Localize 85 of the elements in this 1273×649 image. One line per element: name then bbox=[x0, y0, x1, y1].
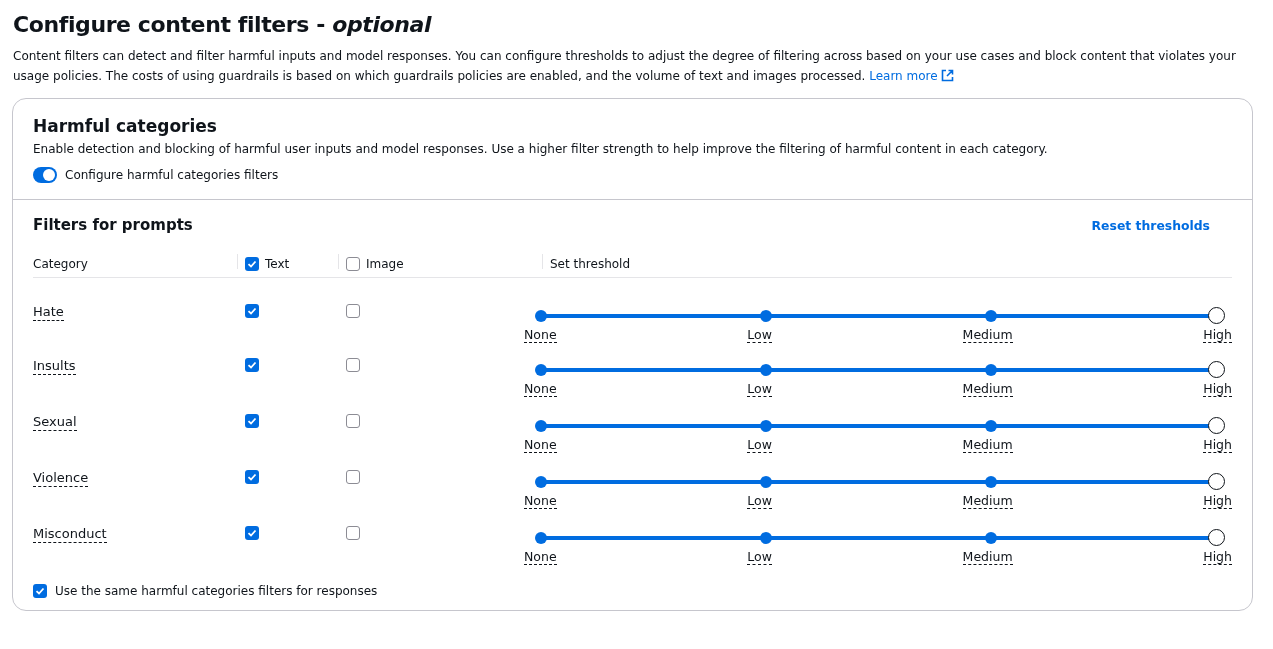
card-title: Harmful categories bbox=[33, 115, 218, 138]
threshold-label: None bbox=[524, 549, 557, 565]
toggle-label: Configure harmful categories filters bbox=[65, 168, 279, 182]
slider-thumb[interactable] bbox=[1207, 473, 1225, 490]
checkbox[interactable] bbox=[346, 470, 360, 484]
reset-thresholds-link[interactable]: Reset thresholds bbox=[1091, 217, 1210, 233]
threshold-label: None bbox=[524, 327, 557, 343]
column-header: Set threshold bbox=[550, 256, 631, 271]
check-icon bbox=[247, 472, 257, 482]
check-icon bbox=[35, 586, 45, 596]
threshold-slider[interactable] bbox=[533, 307, 1224, 324]
slider-tick bbox=[760, 475, 772, 488]
threshold-label: Medium bbox=[962, 493, 1013, 509]
check-icon bbox=[247, 306, 257, 316]
category-name: Insults bbox=[33, 358, 76, 375]
threshold-label: None bbox=[524, 437, 557, 453]
checkbox[interactable] bbox=[346, 358, 360, 372]
threshold-label: Low bbox=[747, 493, 772, 509]
check-icon bbox=[247, 528, 257, 538]
slider-tick bbox=[535, 309, 547, 322]
threshold-slider[interactable] bbox=[533, 417, 1224, 434]
threshold-label: None bbox=[524, 381, 557, 397]
toggle-switch[interactable] bbox=[33, 167, 57, 183]
slider-tick bbox=[985, 419, 997, 432]
external-link-icon bbox=[941, 69, 955, 82]
slider-thumb[interactable] bbox=[1207, 529, 1225, 546]
slider-thumb[interactable] bbox=[1207, 307, 1225, 324]
card-description: Enable detection and blocking of harmful user inputs and model responses. Use a higher filter strength to help improve the filtering of harmful content in each category. bbox=[33, 141, 1049, 158]
column-header: Image bbox=[366, 256, 404, 271]
section-title: Filters for prompts bbox=[33, 216, 193, 234]
slider-tick bbox=[760, 419, 772, 432]
checkbox[interactable] bbox=[245, 304, 259, 318]
threshold-label: Medium bbox=[962, 381, 1013, 397]
threshold-label: High bbox=[1203, 493, 1232, 509]
checkbox-label: Use the same harmful categories filters for responses bbox=[55, 584, 378, 598]
threshold-label: High bbox=[1203, 549, 1232, 565]
threshold-slider[interactable] bbox=[533, 529, 1224, 546]
category-name: Misconduct bbox=[33, 526, 107, 543]
slider-tick bbox=[985, 363, 997, 376]
checkbox[interactable] bbox=[346, 414, 360, 428]
threshold-slider[interactable] bbox=[533, 473, 1224, 490]
column-header: Text bbox=[265, 256, 290, 271]
threshold-label: Low bbox=[747, 381, 772, 397]
checkbox[interactable] bbox=[346, 256, 360, 271]
slider-thumb[interactable] bbox=[1207, 361, 1225, 378]
slider-tick bbox=[985, 475, 997, 488]
threshold-label: Low bbox=[747, 437, 772, 453]
check-icon bbox=[247, 360, 257, 370]
slider-tick bbox=[985, 309, 997, 322]
threshold-label: High bbox=[1203, 381, 1232, 397]
slider-tick bbox=[535, 475, 547, 488]
checkbox[interactable] bbox=[346, 526, 360, 540]
threshold-slider[interactable] bbox=[533, 361, 1224, 378]
threshold-label: Medium bbox=[962, 437, 1013, 453]
checkbox[interactable] bbox=[245, 414, 259, 428]
checkbox[interactable] bbox=[245, 526, 259, 540]
threshold-label: High bbox=[1203, 437, 1232, 453]
category-name: Sexual bbox=[33, 414, 77, 431]
slider-tick bbox=[760, 363, 772, 376]
page-title: Configure content filters - optional bbox=[13, 11, 433, 39]
category-name: Violence bbox=[33, 470, 89, 487]
checkbox[interactable] bbox=[245, 358, 259, 372]
checkbox[interactable] bbox=[33, 584, 47, 598]
slider-tick bbox=[535, 363, 547, 376]
threshold-label: High bbox=[1203, 327, 1232, 343]
column-header: Category bbox=[33, 256, 88, 271]
slider-tick bbox=[760, 531, 772, 544]
threshold-label: Medium bbox=[962, 327, 1013, 343]
check-icon bbox=[247, 416, 257, 426]
checkbox[interactable] bbox=[245, 256, 259, 271]
slider-tick bbox=[535, 531, 547, 544]
checkbox[interactable] bbox=[346, 304, 360, 318]
learn-more-link[interactable]: Learn more bbox=[869, 69, 955, 83]
threshold-label: None bbox=[524, 493, 557, 509]
threshold-label: Low bbox=[747, 549, 772, 565]
threshold-label: Low bbox=[747, 327, 772, 343]
checkbox[interactable] bbox=[245, 470, 259, 484]
slider-thumb[interactable] bbox=[1207, 417, 1225, 434]
description: Content filters can detect and filter harmful inputs and model responses. You can configure thresholds to adjust the degree of filtering across based on your use cases and block content that violates your usage policies. The costs of using guardrails is based on which guardrails policies are enabled, and the volume of text and images processed. Learn more bbox=[13, 48, 1237, 85]
slider-tick bbox=[535, 419, 547, 432]
slider-tick bbox=[760, 309, 772, 322]
category-name: Hate bbox=[33, 304, 64, 321]
threshold-label: Medium bbox=[962, 549, 1013, 565]
slider-tick bbox=[985, 531, 997, 544]
check-icon bbox=[247, 258, 257, 269]
